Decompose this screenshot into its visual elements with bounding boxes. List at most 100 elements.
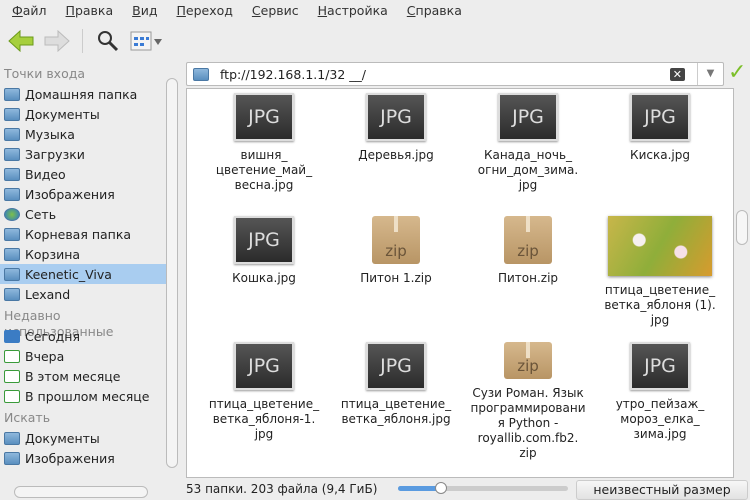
file-name: Сузи Роман. Язык программирования Python… [470,386,586,460]
file-item[interactable]: JPG Канада_ночь_ огни_дом_зима. jpg [462,89,594,212]
file-item[interactable]: JPG птица_цветение_ ветка_яблоня.jpg [330,338,462,461]
sidebar-item[interactable]: Изображения [0,184,166,204]
file-name: утро_пейзаж_ мороз_елка_ зима.jpg [615,397,705,441]
sidebar-item-label: Изображения [25,186,115,202]
sidebar-item-label: Keenetic_Viva [25,266,112,282]
sidebar-section-title: Искать [4,410,51,425]
file-item[interactable]: zip Питон.zip [462,212,594,338]
file-item[interactable]: JPG Кошка.jpg [198,212,330,338]
sidebar-item-label: Сегодня [25,328,80,344]
sidebar-item-label: Вчера [25,348,65,364]
history-dropdown-icon[interactable]: ▼ [697,63,723,85]
zoom-slider[interactable] [398,482,568,494]
place-icon [4,207,20,221]
zoom-slider-handle[interactable] [434,482,447,494]
forward-button[interactable] [42,27,72,55]
file-item[interactable]: JPG Киска.jpg [594,89,726,212]
jpg-file-icon: JPG [234,93,294,141]
sidebar-item-label: Изображения [25,450,115,466]
file-item[interactable]: JPG птица_цветение_ ветка_яблоня-1. jpg [198,338,330,461]
menu-3[interactable]: Переход [176,0,232,22]
jpg-file-icon: JPG [366,93,426,141]
sidebar-item[interactable]: Видео [0,164,166,184]
search-icon [98,31,119,52]
go-checkmark-icon[interactable]: ✓ [728,60,746,85]
file-name: Деревья.jpg [358,148,434,162]
sidebar-item-label: Документы [25,106,100,122]
file-name: Канада_ночь_ огни_дом_зима. jpg [477,148,579,192]
clear-icon[interactable]: ✕ [669,67,685,81]
place-icon [4,107,20,121]
sidebar-item[interactable]: Домашняя папка [0,84,166,104]
menu-5[interactable]: Настройка [318,0,388,22]
search-button[interactable] [93,27,123,55]
menu-6[interactable]: Справка [407,0,462,22]
toolbar-separator [82,29,83,53]
sidebar-item[interactable]: Сеть [0,204,166,224]
file-name: Киска.jpg [630,148,690,162]
status-text: 53 папки. 203 файла (9,4 ГиБ) [186,482,378,496]
menu-4[interactable]: Сервис [252,0,299,22]
place-icon [4,431,20,445]
place-icon [4,187,20,201]
jpg-file-icon: JPG [234,216,294,264]
file-name: птица_цветение_ ветка_яблоня.jpg [340,397,452,426]
place-icon [4,227,20,241]
toolbar [6,26,165,56]
folder-icon [193,67,209,81]
file-view: JPG вишня_ цветение_май_ весна.jpg JPG Дере… [186,88,734,478]
view-mode-button[interactable] [129,27,165,55]
sidebar-horizontal-scrollbar[interactable] [14,486,148,498]
sidebar-item[interactable]: Документы [0,104,166,124]
sidebar-item[interactable]: В этом месяце [0,366,166,386]
places-sidebar: Точки входа Домашняя папка Документы Музыка… [0,62,166,486]
sidebar-item[interactable]: Корзина [0,244,166,264]
file-item[interactable]: zip Сузи Роман. Язык программирования Pyt… [462,338,594,461]
arrow-right-icon [44,30,70,52]
content-scrollbar[interactable] [736,210,748,245]
place-icon [4,389,20,403]
location-bar[interactable]: ftp://192.168.1.1/32 __/ ✕ ▼ [186,62,724,86]
sidebar-item[interactable]: Музыка [0,124,166,144]
place-icon [4,267,20,281]
sidebar-item[interactable]: Вчера [0,346,166,366]
sidebar-section-title: Точки входа [4,66,86,81]
zip-archive-icon: zip [504,216,552,264]
file-name: птица_цветение_ ветка_яблоня-1. jpg [208,397,320,441]
zip-archive-icon: zip [372,216,420,264]
file-item[interactable]: zip Питон 1.zip [330,212,462,338]
sidebar-item[interactable]: Keenetic_Viva [0,264,166,284]
location-input[interactable]: ftp://192.168.1.1/32 __/ [220,67,366,82]
menu-bar: Файл Правка Вид Переход Сервис Настройка Справ… [0,0,750,22]
place-icon [4,287,20,301]
file-item[interactable]: JPG Деревья.jpg [330,89,462,212]
sidebar-item[interactable]: Загрузки [0,144,166,164]
sidebar-item[interactable]: Lexand [0,284,166,304]
file-name: Питон.zip [497,271,559,285]
sidebar-item-label: Загрузки [25,146,85,162]
sidebar-item-label: Lexand [25,286,71,302]
size-button[interactable]: неизвестный размер [576,480,748,500]
sidebar-item[interactable]: Корневая папка [0,224,166,244]
sidebar-item-label: Домашняя папка [25,86,138,102]
back-button[interactable] [6,27,36,55]
file-item[interactable]: птица_цветение_ ветка_яблоня (1). jpg [594,212,726,338]
menu-0[interactable]: Файл [12,0,47,22]
place-icon [4,127,20,141]
sidebar-scrollbar[interactable] [166,78,178,468]
menu-1[interactable]: Правка [66,0,114,22]
menu-2[interactable]: Вид [132,0,157,22]
place-icon [4,369,20,383]
file-item[interactable]: JPG утро_пейзаж_ мороз_елка_ зима.jpg [594,338,726,461]
place-icon [4,247,20,261]
jpg-file-icon: JPG [630,342,690,390]
jpg-file-icon: JPG [498,93,558,141]
image-thumbnail [608,216,712,276]
sidebar-item[interactable]: Документы [0,428,166,448]
sidebar-item[interactable]: В прошлом месяце [0,386,166,406]
sidebar-item[interactable]: Изображения [0,448,166,468]
arrow-left-icon [8,30,34,52]
file-item[interactable]: JPG вишня_ цветение_май_ весна.jpg [198,89,330,212]
place-icon [4,167,20,181]
file-name: вишня_ цветение_май_ весна.jpg [215,148,313,192]
